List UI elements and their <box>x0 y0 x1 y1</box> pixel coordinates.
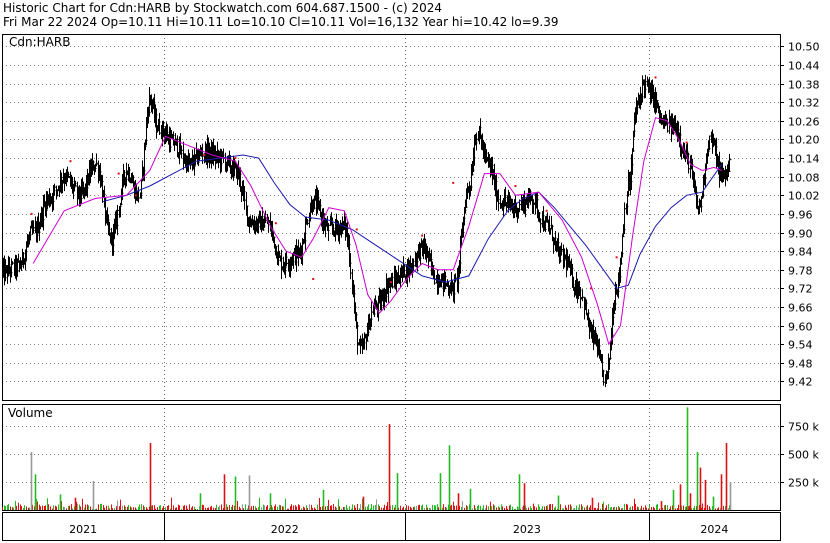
price-tick-label: 10.50 <box>788 41 820 54</box>
price-marker <box>421 234 424 237</box>
panel-frames <box>2 34 781 541</box>
year-label: 2024 <box>700 523 728 536</box>
time-axis-frame <box>2 512 781 541</box>
volume-panel-label: Volume <box>8 406 53 420</box>
price-marker <box>545 209 548 212</box>
volume-panel-frame <box>2 404 781 511</box>
price-tick-label: 10.26 <box>788 116 820 129</box>
price-marker <box>234 157 237 160</box>
price-tick-label: 9.54 <box>788 339 813 352</box>
price-tick-label: 9.90 <box>788 228 813 241</box>
price-axis: 10.50 10.44 10.38 10.32 10.26 10.20 10.14 10.08… <box>780 41 820 389</box>
price-tick-label: 10.38 <box>788 79 820 92</box>
price-tick-label: 9.78 <box>788 265 813 278</box>
price-tick-label: 10.44 <box>788 60 820 73</box>
price-tick-label: 9.60 <box>788 321 813 334</box>
chart-window: Historic Chart for Cdn:HARB by Stockwatc… <box>0 0 830 543</box>
price-marker <box>654 76 657 79</box>
price-tick-label: 9.96 <box>788 209 813 222</box>
price-tick-label: 9.66 <box>788 302 813 315</box>
price-tick-label: 10.14 <box>788 153 820 166</box>
price-tick-label: 9.84 <box>788 246 813 259</box>
price-marker <box>117 172 120 175</box>
price-marker <box>203 153 206 156</box>
volume-tick-label: 750 k <box>788 421 819 434</box>
price-tick-label: 10.02 <box>788 190 820 203</box>
price-grid <box>2 34 780 510</box>
volume-grid <box>2 426 780 483</box>
year-label: 2021 <box>69 523 97 536</box>
price-marker <box>312 278 315 281</box>
price-tick-label: 10.08 <box>788 172 820 185</box>
year-label: 2022 <box>271 523 299 536</box>
price-marker <box>355 228 358 231</box>
price-tick-label: 9.48 <box>788 358 813 371</box>
price-panel-label: Cdn:HARB <box>9 35 70 49</box>
stock-chart: 10.50 10.44 10.38 10.32 10.26 10.20 10.14 10.08… <box>2 34 820 541</box>
price-marker <box>69 160 72 163</box>
volume-tick-label: 500 k <box>788 449 819 462</box>
short-moving-average-line <box>32 117 722 346</box>
volume-bars <box>2 407 732 510</box>
price-tick-label: 10.32 <box>788 97 820 110</box>
time-axis: 2021 2022 2023 2024 <box>69 512 728 540</box>
price-marker <box>685 141 688 144</box>
price-marker <box>274 222 277 225</box>
price-marker <box>134 194 137 197</box>
price-marker <box>452 181 455 184</box>
price-marker <box>390 281 392 284</box>
price-tick-label: 9.42 <box>788 376 813 389</box>
price-tick-label: 9.72 <box>788 283 813 296</box>
year-label: 2023 <box>513 523 541 536</box>
price-marker <box>30 212 33 215</box>
price-marker <box>615 256 618 259</box>
volume-tick-label: 250 k <box>788 477 819 490</box>
price-tick-label: 10.20 <box>788 134 820 147</box>
price-marker <box>514 184 517 187</box>
volume-axis: 750 k 500 k 250 k <box>780 421 819 490</box>
